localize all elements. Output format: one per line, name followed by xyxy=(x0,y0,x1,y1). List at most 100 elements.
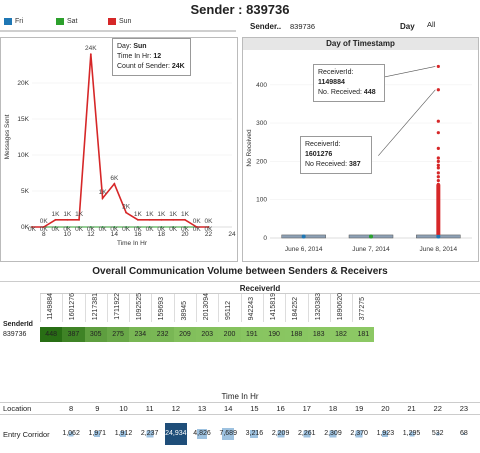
sender-value[interactable]: 839736 xyxy=(3,331,26,338)
receiver-column-header[interactable]: 159693 xyxy=(151,294,173,322)
receiver-column-header[interactable]: 184252 xyxy=(285,294,307,322)
box-outlier-point[interactable] xyxy=(436,178,440,183)
heatmap-cell[interactable]: 234 xyxy=(129,327,152,342)
time-table-cell[interactable]: 1,971 xyxy=(84,422,110,446)
heatmap-cell[interactable]: 188 xyxy=(285,327,308,342)
heatmap-cell[interactable]: 448 xyxy=(40,327,63,342)
line-point-sun[interactable] xyxy=(101,197,104,200)
box-category-label: June 7, 2014 xyxy=(352,246,390,253)
receiver-column-header[interactable]: 1149884 xyxy=(40,293,62,322)
line-point-sun[interactable] xyxy=(78,218,80,221)
ann2-count-value: 387 xyxy=(348,161,361,168)
line-data-label-bottom: 0K xyxy=(110,226,119,233)
receiver-column-header[interactable]: 1890620 xyxy=(329,293,352,322)
time-table-cell[interactable]: 1,295 xyxy=(398,422,424,446)
time-table-cell[interactable]: 2,370 xyxy=(346,422,372,446)
hour-header: 11 xyxy=(145,404,154,413)
line-point-sun[interactable] xyxy=(113,182,116,185)
line-data-label: 24K xyxy=(85,45,97,52)
receiver-header: ReceiverId xyxy=(40,284,480,294)
receiver-column-header[interactable]: 1711922 xyxy=(106,293,129,322)
receiver-columns: 1149884 1601276 1217381 1711922 1092525 15969… xyxy=(40,292,374,322)
line-data-label-bottom: 0K xyxy=(181,226,190,233)
time-table-cell[interactable]: 7,689 xyxy=(215,422,241,446)
time-table-cell[interactable]: 1,062 xyxy=(58,422,84,446)
time-table-cell[interactable]: 2,309 xyxy=(320,422,346,446)
line-point-sun[interactable] xyxy=(172,218,175,221)
receiver-column-header[interactable]: 1601276 xyxy=(62,292,84,322)
line-data-label-bottom: 0K xyxy=(193,226,202,233)
heatmap-cell[interactable]: 209 xyxy=(173,327,197,342)
volume-value: 1,971 xyxy=(88,430,107,437)
box-outlier-point[interactable] xyxy=(436,175,440,179)
heatmap-cell[interactable]: 203 xyxy=(196,327,219,342)
hour-header: 9 xyxy=(95,404,100,413)
hour-header: 22 xyxy=(433,404,442,413)
box-outlier-point[interactable] xyxy=(436,131,440,135)
receiver-column-header[interactable]: 38945 xyxy=(173,294,196,322)
box-median-point-sat[interactable] xyxy=(369,234,373,239)
time-table-cell[interactable]: 1,923 xyxy=(372,422,398,446)
box-outlier-point[interactable] xyxy=(436,146,440,150)
line-point-sun[interactable] xyxy=(125,211,128,214)
receiver-id: 1601276 xyxy=(69,292,77,320)
box-median-point[interactable] xyxy=(436,234,441,239)
time-table-cell[interactable]: 3,216 xyxy=(241,422,267,446)
time-table-cell[interactable]: 4,826 xyxy=(189,422,215,446)
heatmap-cell[interactable]: 305 xyxy=(84,327,107,342)
time-table-cell[interactable]: 2,237 xyxy=(137,422,163,446)
heatmap-cell[interactable]: 191 xyxy=(240,327,263,342)
heatmap-cell[interactable]: 182 xyxy=(329,327,353,342)
line-point-sun[interactable] xyxy=(160,218,163,221)
receiver-column-header[interactable]: 1092525 xyxy=(129,293,151,322)
box-outlier-point[interactable] xyxy=(436,156,440,160)
box-median-point[interactable] xyxy=(301,234,306,239)
heatmap-cell[interactable]: 181 xyxy=(352,327,375,342)
sender-filter-value[interactable]: 839736 xyxy=(290,22,315,31)
box-outlier-point[interactable] xyxy=(436,64,440,69)
day-filter-value[interactable]: All xyxy=(427,20,435,29)
heatmap-cell[interactable]: 190 xyxy=(262,327,286,342)
box-outlier-point[interactable] xyxy=(436,88,440,92)
box-outlier-point[interactable] xyxy=(436,171,440,175)
time-table-cell[interactable]: 68 xyxy=(451,422,477,446)
box-outlier-point[interactable] xyxy=(436,159,440,164)
heatmap-cell[interactable]: 232 xyxy=(151,327,174,342)
time-table-cell[interactable]: 532 xyxy=(425,422,451,446)
time-table-cell[interactable]: 2,261 xyxy=(294,422,320,446)
line-point-sun[interactable] xyxy=(89,53,92,56)
line-point-sun[interactable] xyxy=(54,218,57,221)
time-table-cell[interactable]: 1,912 xyxy=(110,422,136,446)
time-table-title: Time In Hr xyxy=(221,392,259,401)
line-series-sun[interactable] xyxy=(32,54,209,228)
volume-value: 1,912 xyxy=(114,430,133,437)
receiver-column-header[interactable]: 1320383 xyxy=(307,292,330,322)
hour-header: 20 xyxy=(381,404,390,413)
heatmap-cell[interactable]: 183 xyxy=(307,327,330,342)
page-title: Sender : 839736 xyxy=(190,2,290,17)
time-table-cell[interactable]: 24,934 xyxy=(163,422,189,446)
receiver-id: 1320383 xyxy=(314,292,322,320)
line-point-sun[interactable] xyxy=(136,218,139,221)
receiver-column-header[interactable]: 377275 xyxy=(352,294,374,322)
heatmap-cell[interactable]: 387 xyxy=(62,327,85,342)
receiver-id: 942243 xyxy=(247,296,255,320)
box-outlier-point[interactable] xyxy=(436,166,440,170)
receiver-column-header[interactable]: 1217381 xyxy=(84,293,107,322)
heatmap-title: Overall Communication Volume between Sen… xyxy=(92,266,388,277)
receiver-column-header[interactable]: 95112 xyxy=(218,294,240,322)
receiver-column-header[interactable]: 1415819 xyxy=(262,293,285,322)
line-point-sun[interactable] xyxy=(148,218,151,221)
legend-item-sun[interactable]: Sun xyxy=(108,18,160,25)
legend-item-sat[interactable]: Sat xyxy=(56,18,108,25)
time-table-cell[interactable]: 2,209 xyxy=(268,422,294,446)
heatmap-cell[interactable]: 200 xyxy=(218,327,241,342)
line-point-sun[interactable] xyxy=(184,218,186,221)
heatmap-cell[interactable]: 275 xyxy=(106,327,130,342)
box-outlier-point[interactable] xyxy=(436,119,440,123)
tooltip-time-value: 12 xyxy=(153,53,162,60)
line-point-sun[interactable] xyxy=(66,218,69,221)
receiver-column-header[interactable]: 942243 xyxy=(240,294,263,322)
receiver-column-header[interactable]: 2013094 xyxy=(196,293,218,322)
legend-item-fri[interactable]: Fri xyxy=(4,18,56,25)
